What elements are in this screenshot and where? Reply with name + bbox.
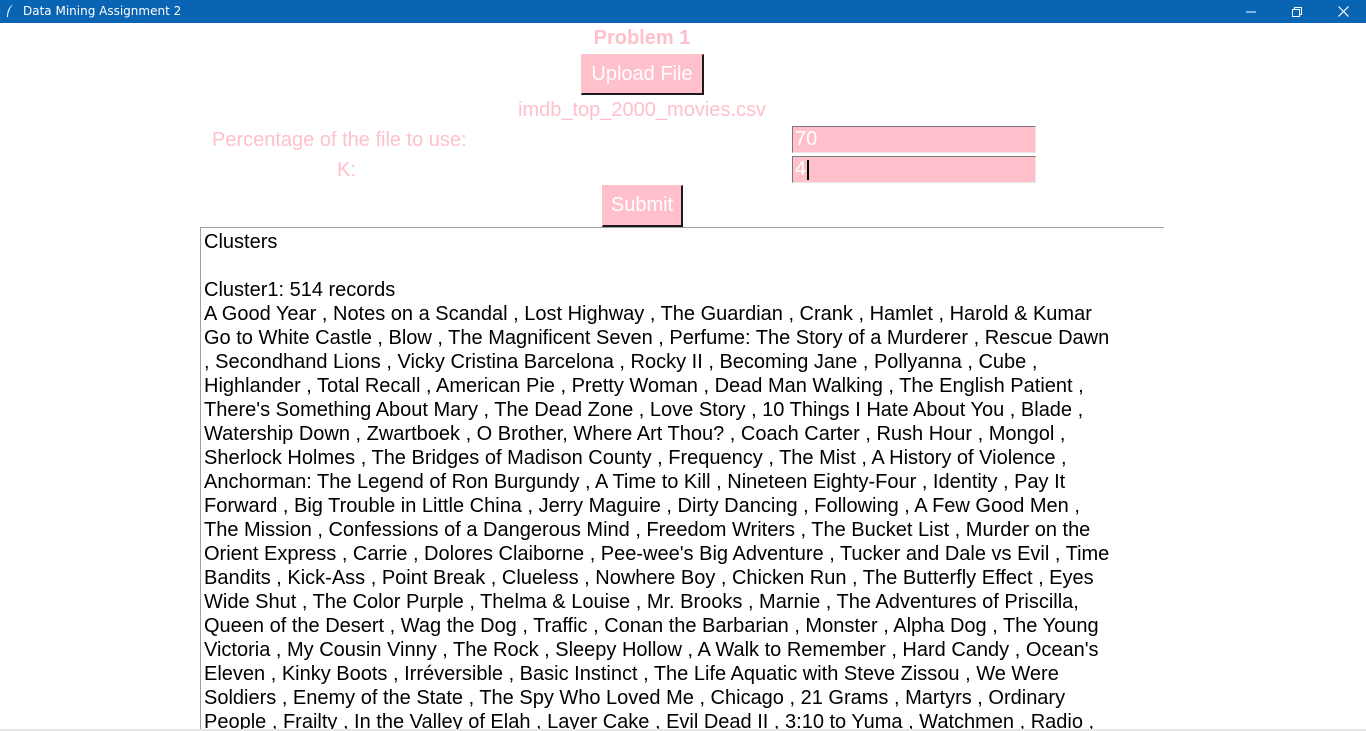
results-line <box>204 254 1164 278</box>
results-line: The Mission , Confessions of a Dangerous… <box>204 519 1091 541</box>
results-line: Eleven , Kinky Boots , Irréversible , Ba… <box>204 663 1059 685</box>
results-line: Highlander , Total Recall , American Pie… <box>204 375 1084 397</box>
results-line: Watership Down , Zwartboek , O Brother, … <box>204 423 1066 445</box>
results-line: Go to White Castle , Blow , The Magnific… <box>204 327 1110 349</box>
results-line: Queen of the Desert , Wag the Dog , Traf… <box>204 615 1099 637</box>
upload-file-button[interactable]: Upload File <box>581 54 704 95</box>
results-text-area[interactable]: Clusters Cluster1: 514 records A Good Year… <box>200 227 1164 731</box>
results-line: There's Something About Mary , The Dead … <box>204 399 1084 421</box>
results-line: Wide Shut , The Color Purple , Thelma & … <box>204 591 1079 613</box>
restore-button[interactable] <box>1274 0 1320 23</box>
minimize-button[interactable] <box>1228 0 1274 23</box>
selected-filename: imdb_top_2000_movies.csv <box>518 99 766 121</box>
window-title: Data Mining Assignment 2 <box>23 4 182 18</box>
problem-heading: Problem 1 <box>593 27 691 49</box>
text-caret <box>807 159 810 180</box>
results-line: , Secondhand Lions , Vicky Cristina Barc… <box>204 351 1038 373</box>
results-line: Sherlock Holmes , The Bridges of Madison… <box>204 447 1067 469</box>
k-value: 4 <box>795 158 807 180</box>
close-button[interactable] <box>1320 0 1366 23</box>
results-line: Anchorman: The Legend of Ron Burgundy , … <box>204 471 1066 493</box>
results-line: Cluster1: 514 records <box>204 279 396 301</box>
feather-icon <box>5 3 15 19</box>
restore-icon <box>1292 6 1302 17</box>
close-icon <box>1337 6 1349 17</box>
results-line: Bandits , Kick-Ass , Point Break , Cluel… <box>204 567 1094 589</box>
submit-button[interactable]: Submit <box>602 185 683 227</box>
results-line: Orient Express , Carrie , Dolores Claibo… <box>204 543 1110 565</box>
results-line: People , Frailty , In the Valley of Elah… <box>204 711 1095 731</box>
results-content: Clusters Cluster1: 514 records A Good Year… <box>204 230 1164 731</box>
minimize-icon <box>1246 11 1256 12</box>
results-line: A Good Year , Notes on a Scandal , Lost … <box>204 303 1092 325</box>
results-line: Clusters <box>204 231 278 253</box>
results-line: Forward , Big Trouble in Little China , … <box>204 495 1080 517</box>
k-input[interactable]: 4 <box>792 156 1036 183</box>
percentage-input[interactable]: 70 <box>792 126 1036 153</box>
title-bar: Data Mining Assignment 2 <box>0 0 1366 23</box>
results-line: Soldiers , Enemy of the State , The Spy … <box>204 687 1066 709</box>
percentage-label: Percentage of the file to use: <box>212 129 467 151</box>
results-line: Victoria , My Cousin Vinny , The Rock , … <box>204 639 1099 661</box>
percentage-value: 70 <box>795 128 818 150</box>
k-label: K: <box>337 159 356 181</box>
